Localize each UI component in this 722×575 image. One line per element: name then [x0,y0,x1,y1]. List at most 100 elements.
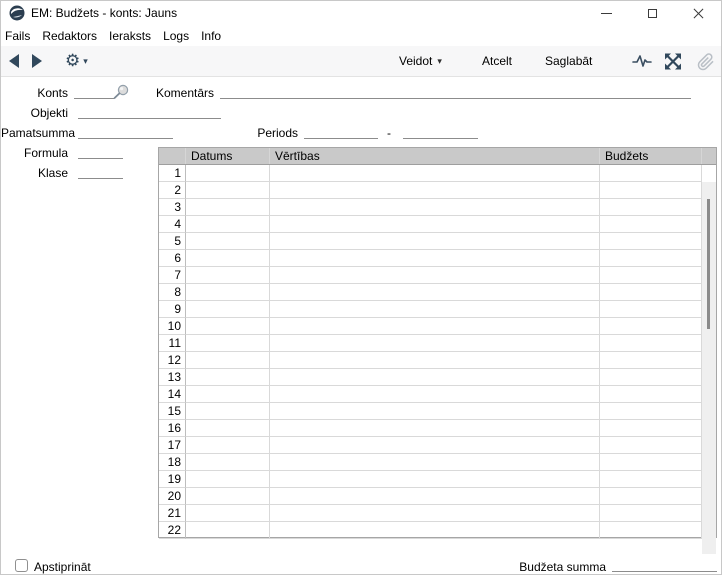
cell-datums[interactable] [186,437,270,454]
cell-datums[interactable] [186,352,270,369]
cell-budzets[interactable] [600,233,702,250]
cell-vertibas[interactable] [270,301,600,318]
cell-budzets[interactable] [600,182,702,199]
cell-vertibas[interactable] [270,250,600,267]
cell-datums[interactable] [186,369,270,386]
cancel-button[interactable]: Atcelt [482,54,512,68]
column-header-rownum[interactable] [159,148,186,164]
cell-budzets[interactable] [600,250,702,267]
forward-icon[interactable] [32,54,42,68]
cell-budzets[interactable] [600,454,702,471]
cell-budzets[interactable] [600,403,702,420]
cell-datums[interactable] [186,165,270,182]
periods-from-input[interactable] [304,124,378,139]
row-number: 22 [159,522,186,539]
objekti-input[interactable] [78,104,221,119]
klase-input[interactable] [78,164,123,179]
pamatsumma-input[interactable] [78,124,173,139]
cell-datums[interactable] [186,182,270,199]
menu-fails[interactable]: Fails [1,29,36,43]
cell-vertibas[interactable] [270,386,600,403]
cell-datums[interactable] [186,199,270,216]
scrollbar-thumb[interactable] [707,199,710,329]
cell-vertibas[interactable] [270,420,600,437]
cell-vertibas[interactable] [270,369,600,386]
column-header-datums[interactable]: Datums [186,148,270,164]
cell-datums[interactable] [186,233,270,250]
cell-budzets[interactable] [600,352,702,369]
cell-budzets[interactable] [600,369,702,386]
cell-budzets[interactable] [600,165,702,182]
cell-datums[interactable] [186,284,270,301]
column-header-vertibas[interactable]: Vērtības [270,148,600,164]
cell-budzets[interactable] [600,437,702,454]
cell-datums[interactable] [186,267,270,284]
cell-vertibas[interactable] [270,352,600,369]
cell-vertibas[interactable] [270,233,600,250]
cell-budzets[interactable] [600,199,702,216]
back-icon[interactable] [9,54,19,68]
cell-datums[interactable] [186,250,270,267]
column-header-budzets[interactable]: Budžets [600,148,702,164]
cell-vertibas[interactable] [270,335,600,352]
cell-vertibas[interactable] [270,318,600,335]
formula-input[interactable] [78,144,123,159]
cell-datums[interactable] [186,386,270,403]
cell-vertibas[interactable] [270,454,600,471]
minimize-button[interactable] [583,1,629,25]
cell-vertibas[interactable] [270,284,600,301]
cell-vertibas[interactable] [270,216,600,233]
cell-datums[interactable] [186,301,270,318]
cell-budzets[interactable] [600,216,702,233]
activity-icon[interactable] [632,53,652,69]
apstiprinat-checkbox[interactable] [15,559,28,572]
cell-budzets[interactable] [600,522,702,539]
cell-vertibas[interactable] [270,522,600,539]
periods-to-input[interactable] [403,124,478,139]
cell-budzets[interactable] [600,301,702,318]
cell-datums[interactable] [186,505,270,522]
paperclip-icon[interactable] [697,53,715,71]
menu-info[interactable]: Info [195,29,227,43]
cell-vertibas[interactable] [270,437,600,454]
cell-budzets[interactable] [600,471,702,488]
cell-datums[interactable] [186,454,270,471]
cell-budzets[interactable] [600,386,702,403]
cell-datums[interactable] [186,403,270,420]
cell-vertibas[interactable] [270,488,600,505]
cell-budzets[interactable] [600,335,702,352]
cell-vertibas[interactable] [270,403,600,420]
gear-menu-button[interactable]: ⚙ ▾ [65,49,88,73]
paste-special-icon[interactable] [112,84,130,100]
maximize-button[interactable] [629,1,675,25]
cell-datums[interactable] [186,216,270,233]
cell-budzets[interactable] [600,284,702,301]
komentars-input[interactable] [220,84,691,99]
menu-logs[interactable]: Logs [157,29,195,43]
menu-ieraksts[interactable]: Ieraksts [103,29,157,43]
cell-vertibas[interactable] [270,182,600,199]
vertical-scrollbar[interactable] [702,182,716,554]
cell-datums[interactable] [186,420,270,437]
cell-vertibas[interactable] [270,267,600,284]
create-button[interactable]: Veidot▾ [399,54,442,68]
cell-vertibas[interactable] [270,505,600,522]
cell-datums[interactable] [186,471,270,488]
cell-datums[interactable] [186,488,270,505]
cell-vertibas[interactable] [270,471,600,488]
cell-budzets[interactable] [600,318,702,335]
cell-datums[interactable] [186,318,270,335]
cell-budzets[interactable] [600,420,702,437]
cell-vertibas[interactable] [270,165,600,182]
save-button[interactable]: Saglabāt [545,54,592,68]
cell-vertibas[interactable] [270,199,600,216]
close-button[interactable] [675,1,721,25]
konts-input[interactable] [74,84,114,99]
expand-icon[interactable] [664,53,682,70]
cell-budzets[interactable] [600,488,702,505]
cell-budzets[interactable] [600,267,702,284]
cell-datums[interactable] [186,335,270,352]
cell-budzets[interactable] [600,505,702,522]
menu-redaktors[interactable]: Redaktors [36,29,103,43]
cell-datums[interactable] [186,522,270,539]
